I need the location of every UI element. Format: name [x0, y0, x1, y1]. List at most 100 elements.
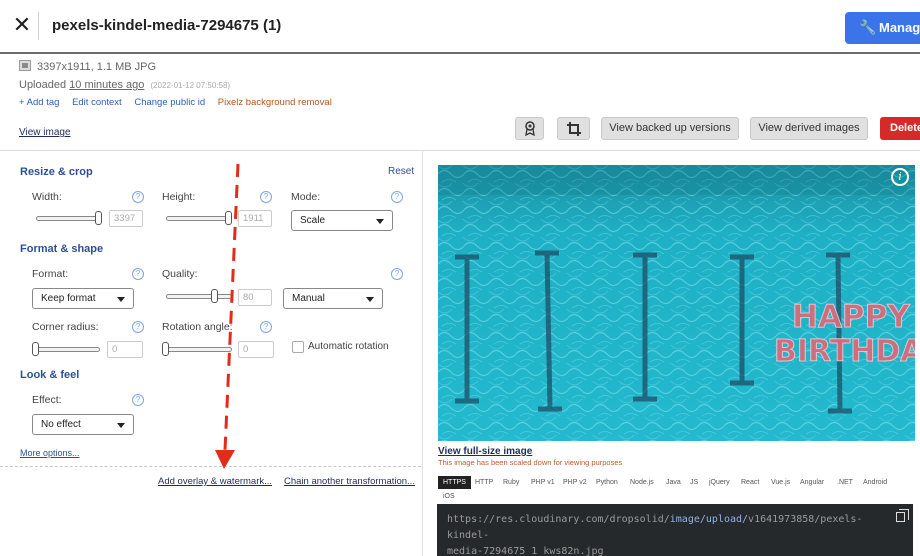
add-overlay-link[interactable]: Add overlay & watermark... — [158, 476, 272, 487]
width-label: Width: — [32, 191, 62, 203]
image-preview[interactable]: HAPPY BIRTHDAY — [438, 165, 915, 441]
change-public-id-link[interactable]: Change public id — [134, 97, 205, 108]
panel-divider — [422, 151, 423, 556]
pixelz-link[interactable]: Pixelz background removal — [218, 97, 332, 108]
quality-mode-value: Manual — [292, 293, 325, 304]
effect-select[interactable]: No effect — [32, 414, 134, 435]
header-bar: ✕ pexels-kindel-media-7294675 (1) 🔧 Mana… — [0, 0, 920, 54]
width-help-icon[interactable]: ? — [132, 191, 144, 203]
award-icon — [524, 121, 535, 137]
delivery-url-line-1: https://res.cloudinary.com/dropsolid/ima… — [447, 512, 903, 544]
mode-help-icon[interactable]: ? — [391, 191, 403, 203]
more-options-link[interactable]: More options... — [20, 448, 80, 458]
upload-info: Uploaded 10 minutes ago (2022-01-12 07:5… — [19, 79, 230, 91]
automatic-rotation-label: Automatic rotation — [308, 341, 389, 352]
slider-thumb[interactable] — [32, 342, 39, 356]
uploaded-date: (2022-01-12 07:50:58) — [150, 81, 231, 90]
mode-select[interactable]: Scale — [291, 210, 393, 231]
birthday-balloon-text: BIRTHDAY — [774, 334, 915, 369]
wrench-icon: 🔧 — [859, 19, 877, 35]
rotation-help-icon[interactable]: ? — [260, 321, 272, 333]
quality-mode-select[interactable]: Manual — [283, 288, 383, 309]
delivery-url-box[interactable]: https://res.cloudinary.com/dropsolid/ima… — [437, 504, 913, 556]
chevron-down-icon — [376, 219, 384, 224]
effect-label: Effect: — [32, 394, 62, 406]
award-button[interactable] — [515, 117, 544, 140]
format-select-value: Keep format — [41, 293, 96, 304]
info-icon[interactable]: i — [891, 168, 909, 186]
tab-angular[interactable]: Angular — [800, 479, 824, 486]
reset-link[interactable]: Reset — [388, 166, 414, 177]
url-base: https://res.cloudinary.com/dropsolid/ — [447, 514, 670, 525]
slider-thumb[interactable] — [162, 342, 169, 356]
format-help-icon[interactable]: ? — [132, 268, 144, 280]
corner-radius-label: Corner radius: — [32, 321, 99, 333]
effect-select-value: No effect — [41, 419, 81, 430]
tab-react[interactable]: React — [741, 479, 759, 486]
slider-track — [36, 216, 102, 221]
format-shape-heading: Format & shape — [20, 243, 104, 255]
corner-radius-input[interactable]: 0 — [107, 341, 143, 358]
mode-label: Mode: — [291, 191, 321, 203]
tab-php-v2[interactable]: PHP v2 — [563, 479, 587, 486]
crop-icon — [566, 122, 581, 136]
sdk-tabs: HTTPS HTTP Ruby PHP v1 PHP v2 Python Nod… — [437, 474, 915, 504]
width-input[interactable]: 3397 — [109, 210, 143, 227]
view-backed-up-versions-button[interactable]: View backed up versions — [601, 117, 739, 140]
tab-jquery[interactable]: jQuery — [709, 479, 730, 486]
width-slider[interactable] — [36, 211, 102, 225]
url-resource-type: image/upload/ — [669, 514, 749, 525]
chevron-down-icon — [117, 423, 125, 428]
tab-python[interactable]: Python — [596, 479, 618, 486]
file-info-text: 3397x1911, 1.1 MB JPG — [37, 61, 157, 73]
look-feel-heading: Look & feel — [20, 369, 80, 381]
tab-http[interactable]: HTTP — [475, 479, 493, 486]
delete-button[interactable]: Delete — [880, 117, 920, 140]
asset-actions: + Add tag Edit context Change public id … — [19, 97, 342, 108]
tab-https[interactable]: HTTPS — [438, 476, 471, 489]
slider-thumb[interactable] — [95, 211, 102, 225]
tab-js[interactable]: JS — [690, 479, 698, 486]
edit-context-link[interactable]: Edit context — [72, 97, 122, 108]
view-full-size-link[interactable]: View full-size image — [438, 446, 532, 457]
resize-crop-heading: Resize & crop — [20, 166, 93, 178]
tab-nodejs[interactable]: Node.js — [630, 479, 654, 486]
manage-button[interactable]: 🔧 Manage — [845, 12, 920, 44]
quality-label: Quality: — [162, 268, 198, 280]
quality-help-icon[interactable]: ? — [391, 268, 403, 280]
red-arrow-annotation — [215, 163, 240, 469]
tab-java[interactable]: Java — [666, 479, 681, 486]
tab-vuejs[interactable]: Vue.js — [771, 479, 790, 486]
height-label: Height: — [162, 191, 196, 203]
tab-ios[interactable]: iOS — [443, 493, 455, 500]
view-derived-images-button[interactable]: View derived images — [750, 117, 868, 140]
mode-select-value: Scale — [300, 215, 326, 226]
file-info: 3397x1911, 1.1 MB JPG — [19, 60, 156, 73]
uploaded-prefix: Uploaded — [19, 79, 67, 91]
slider-track — [32, 347, 100, 352]
chevron-down-icon — [366, 297, 374, 302]
tab-android[interactable]: Android — [863, 479, 887, 486]
header-divider — [38, 12, 39, 40]
view-image-link[interactable]: View image — [19, 127, 71, 138]
add-tag-link[interactable]: + Add tag — [19, 97, 59, 108]
happy-balloon-text: HAPPY — [792, 299, 910, 335]
crop-button[interactable] — [557, 117, 590, 140]
corner-radius-slider[interactable] — [32, 342, 100, 356]
scaled-note: This image has been scaled down for view… — [438, 458, 623, 467]
tab-ruby[interactable]: Ruby — [503, 479, 519, 486]
format-label: Format: — [32, 268, 69, 280]
copy-icon[interactable] — [896, 509, 909, 522]
close-icon[interactable]: ✕ — [11, 13, 33, 37]
chain-transformation-link[interactable]: Chain another transformation... — [284, 476, 415, 487]
effect-help-icon[interactable]: ? — [132, 394, 144, 406]
page-title: pexels-kindel-media-7294675 (1) — [52, 17, 282, 34]
corner-radius-help-icon[interactable]: ? — [132, 321, 144, 333]
manage-button-label: Manage — [879, 20, 920, 35]
tab-dotnet[interactable]: .NET — [837, 479, 853, 486]
format-select[interactable]: Keep format — [32, 288, 134, 309]
tab-php-v1[interactable]: PHP v1 — [531, 479, 555, 486]
automatic-rotation-checkbox[interactable] — [292, 341, 304, 353]
uploaded-ago: 10 minutes ago — [69, 79, 145, 91]
height-help-icon[interactable]: ? — [260, 191, 272, 203]
